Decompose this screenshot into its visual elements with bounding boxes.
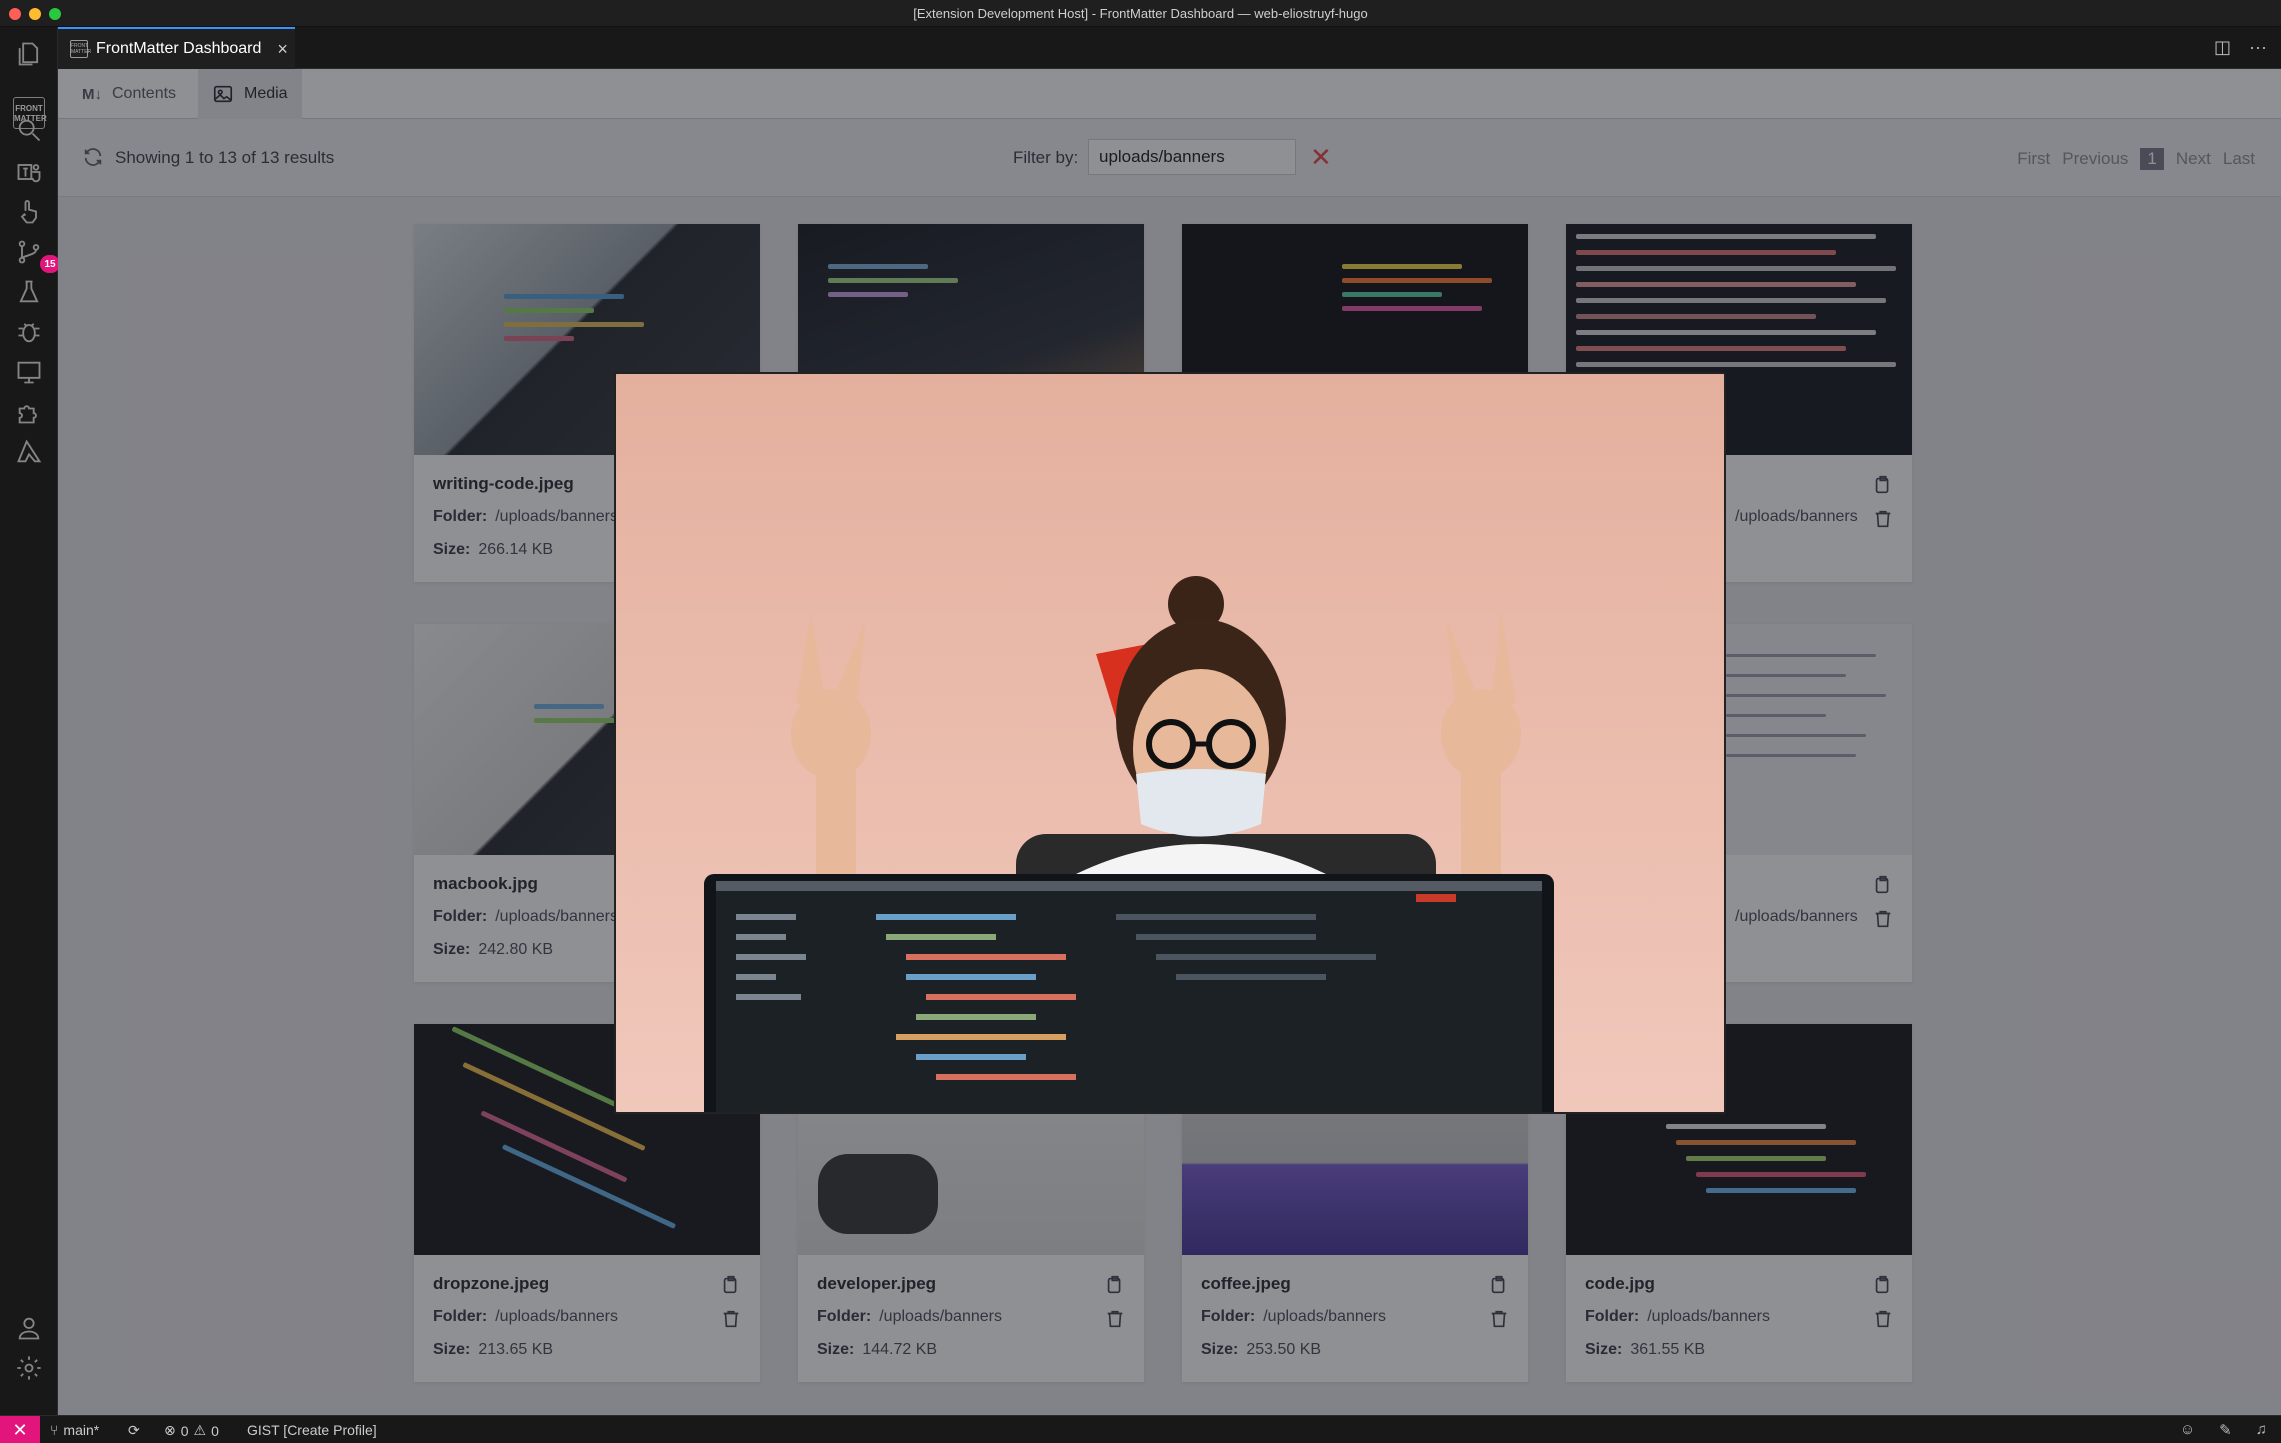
error-icon: ⊗: [164, 1422, 176, 1438]
warning-icon: ⚠: [193, 1422, 207, 1438]
search-icon[interactable]: [14, 115, 44, 145]
feedback-icon[interactable]: ✎: [2219, 1421, 2232, 1439]
problems-indicator[interactable]: ⊗ 0 ⚠ 0: [164, 1422, 219, 1439]
debug-bug-icon[interactable]: [14, 317, 44, 347]
editor-actions: ◫ ···: [2214, 37, 2267, 58]
warning-count: 0: [211, 1422, 219, 1439]
branch-icon: ⑂: [50, 1422, 59, 1438]
editor-tab-bar: FRONT MATTER FrontMatter Dashboard × ◫ ·…: [58, 27, 2281, 69]
preview-image: [616, 374, 1724, 1112]
sync-icon[interactable]: ⟳: [128, 1422, 140, 1439]
status-right: ☺ ✎ ♫: [2180, 1421, 2267, 1439]
activity-bar: FRONT MATTER 15: [0, 27, 60, 1415]
settings-gear-icon[interactable]: [14, 1353, 44, 1383]
azure-icon[interactable]: [14, 437, 44, 467]
window-title-bar: [Extension Development Host] - FrontMatt…: [0, 0, 2281, 27]
teams-icon[interactable]: [14, 157, 44, 187]
source-control-icon[interactable]: 15: [14, 237, 60, 273]
branch-name: main*: [63, 1422, 100, 1438]
source-control-badge: 15: [40, 255, 60, 273]
close-icon[interactable]: ×: [277, 39, 288, 60]
tab-frontmatter-dashboard[interactable]: FRONT MATTER FrontMatter Dashboard ×: [58, 27, 295, 69]
frontmatter-tab-icon: FRONT MATTER: [70, 40, 91, 58]
account-icon[interactable]: [14, 1313, 44, 1343]
remote-explorer-icon[interactable]: [14, 357, 44, 387]
image-preview-modal[interactable]: [614, 372, 1726, 1114]
tab-label: FrontMatter Dashboard: [96, 40, 262, 57]
notifications-bell-icon[interactable]: ♫: [2256, 1421, 2267, 1439]
gist-profile[interactable]: GIST [Create Profile]: [247, 1422, 377, 1438]
scrollbar[interactable]: [2269, 197, 2281, 1157]
remote-indicator-icon[interactable]: ✕: [0, 1416, 40, 1443]
error-count: 0: [180, 1422, 189, 1439]
testing-flask-icon[interactable]: [14, 277, 44, 307]
status-bar: ✕ ⑂ main* ⟳ ⊗ 0 ⚠ 0 GIST [Create Profile…: [0, 1415, 2281, 1443]
window-title: [Extension Development Host] - FrontMatt…: [913, 6, 1368, 21]
pointer-hand-icon[interactable]: [14, 197, 44, 227]
branch-indicator[interactable]: ⑂ main*: [50, 1422, 99, 1438]
explorer-icon[interactable]: [14, 39, 44, 69]
extensions-icon[interactable]: [14, 397, 44, 427]
copilot-icon[interactable]: ☺: [2180, 1421, 2195, 1439]
more-actions-icon[interactable]: ···: [2249, 37, 2267, 58]
split-editor-icon[interactable]: ◫: [2214, 37, 2231, 58]
